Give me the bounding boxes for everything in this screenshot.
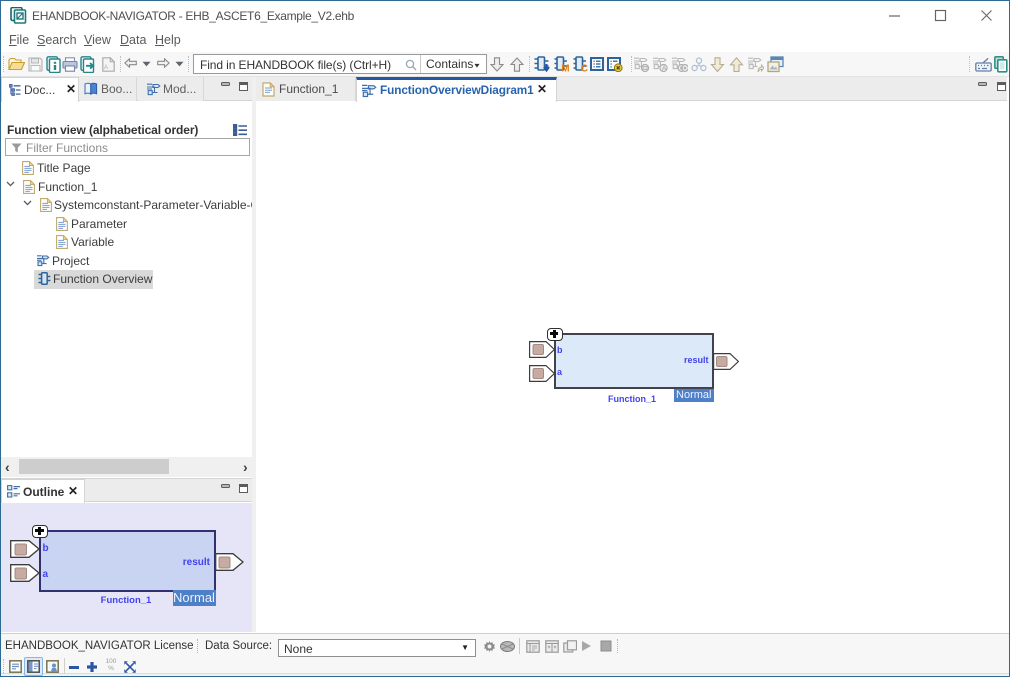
- svg-text:M: M: [561, 64, 569, 74]
- svg-text:A: A: [104, 65, 108, 71]
- svg-text:A: A: [662, 66, 667, 73]
- svg-text:C: C: [581, 64, 588, 74]
